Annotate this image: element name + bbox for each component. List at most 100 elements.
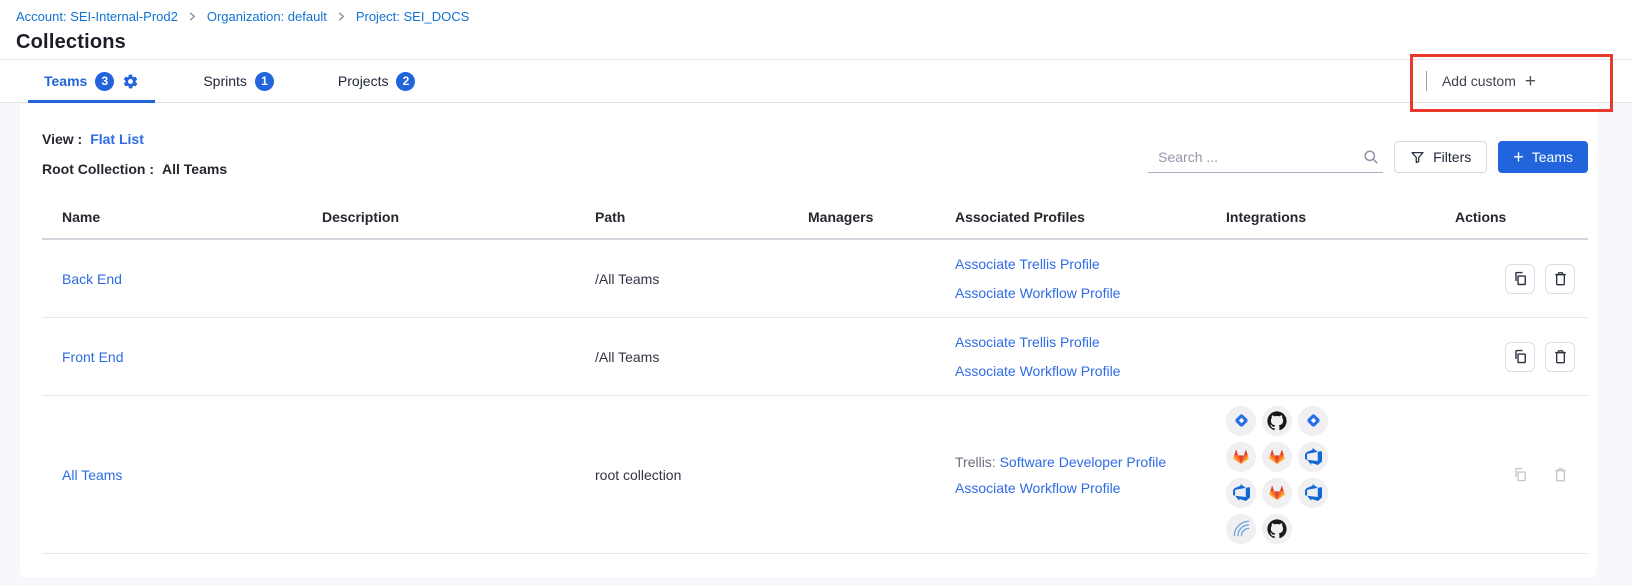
delete-button <box>1545 460 1575 490</box>
filters-button[interactable]: Filters <box>1394 141 1487 173</box>
tab-label: Sprints <box>203 73 247 89</box>
profile-link[interactable]: Associate Workflow Profile <box>955 363 1120 379</box>
table-row: All Teams root collection Trellis: Softwar… <box>42 396 1588 554</box>
path-cell: /All Teams <box>575 271 788 287</box>
search-icon <box>1363 149 1379 165</box>
trash-icon <box>1552 270 1569 287</box>
collection-link[interactable]: Front End <box>62 349 123 365</box>
clone-button[interactable] <box>1505 342 1535 372</box>
view-value-link[interactable]: Flat List <box>90 131 144 147</box>
collections-table: NameDescriptionPathManagersAssociated Pr… <box>42 209 1588 554</box>
delete-button[interactable] <box>1545 342 1575 372</box>
add-teams-button[interactable]: + Teams <box>1498 141 1588 173</box>
chevron-right-icon <box>187 11 198 22</box>
controls-row: View : Flat List Root Collection : All T… <box>42 129 1588 179</box>
gitlab-icon <box>1226 442 1256 472</box>
tab-projects[interactable]: Projects 2 <box>322 60 432 102</box>
associated-profiles-cell: Trellis: Software Developer Profile Assoc… <box>935 454 1206 496</box>
view-label: View : <box>42 131 82 147</box>
teams-button-label: Teams <box>1532 149 1573 165</box>
tab-count-badge: 1 <box>255 72 274 91</box>
azure-devops-icon <box>1298 478 1328 508</box>
plus-icon: + <box>1525 72 1536 91</box>
column-header-associated-profiles: Associated Profiles <box>935 209 1206 225</box>
profile-link[interactable]: Software Developer Profile <box>1000 454 1167 470</box>
profile-prefix: Trellis: <box>955 454 1000 470</box>
column-header-name: Name <box>42 209 302 225</box>
breadcrumb-link[interactable]: Account: SEI-Internal-Prod2 <box>16 9 178 24</box>
associated-profiles-cell: Associate Trellis Profile Associate Workf… <box>935 256 1206 301</box>
actions-cell <box>1435 460 1588 490</box>
tab-label: Teams <box>44 73 87 89</box>
copy-icon <box>1512 348 1529 365</box>
tab-sprints[interactable]: Sprints 1 <box>187 60 290 102</box>
path-cell: /All Teams <box>575 349 788 365</box>
jira-icon <box>1226 406 1256 436</box>
breadcrumb-link[interactable]: Project: SEI_DOCS <box>356 9 469 24</box>
profile-link[interactable]: Associate Workflow Profile <box>955 480 1120 496</box>
azure-devops-icon <box>1298 442 1328 472</box>
collection-link[interactable]: Back End <box>62 271 122 287</box>
path-cell: root collection <box>575 467 788 483</box>
column-header-path: Path <box>575 209 788 225</box>
divider <box>1426 71 1427 91</box>
tab-label: Projects <box>338 73 389 89</box>
root-collection-value: All Teams <box>162 161 227 177</box>
profile-line: Associate Trellis Profile <box>955 334 1206 350</box>
filter-icon <box>1410 150 1425 165</box>
table-body: Back End/All Teams Associate Trellis Prof… <box>42 240 1588 554</box>
clone-button[interactable] <box>1505 264 1535 294</box>
gear-icon[interactable] <box>122 73 139 90</box>
trash-icon <box>1552 348 1569 365</box>
page-header: Account: SEI-Internal-Prod2 Organization:… <box>0 0 1632 59</box>
breadcrumb-link[interactable]: Organization: default <box>207 9 327 24</box>
add-custom-button[interactable]: Add custom + <box>1442 72 1536 91</box>
main-area: View : Flat List Root Collection : All T… <box>0 103 1632 585</box>
plus-icon: + <box>1513 148 1524 166</box>
copy-icon <box>1512 270 1529 287</box>
sonarqube-icon <box>1226 514 1256 544</box>
column-header-actions: Actions <box>1435 209 1588 225</box>
content-card: View : Flat List Root Collection : All T… <box>20 103 1597 577</box>
column-header-description: Description <box>302 209 575 225</box>
gitlab-icon <box>1262 478 1292 508</box>
page-title: Collections <box>16 31 1632 54</box>
gitlab-icon <box>1262 442 1292 472</box>
collection-link[interactable]: All Teams <box>62 467 122 483</box>
table-header: NameDescriptionPathManagersAssociated Pr… <box>42 209 1588 240</box>
view-settings: View : Flat List Root Collection : All T… <box>42 129 227 179</box>
search-box <box>1148 141 1383 173</box>
tab-count-badge: 3 <box>95 72 114 91</box>
chevron-right-icon <box>336 11 347 22</box>
root-collection-label: Root Collection : <box>42 161 154 177</box>
column-header-managers: Managers <box>788 209 935 225</box>
github-icon <box>1262 406 1292 436</box>
column-header-integrations: Integrations <box>1206 209 1435 225</box>
delete-button[interactable] <box>1545 264 1575 294</box>
breadcrumb: Account: SEI-Internal-Prod2 Organization:… <box>16 9 1632 24</box>
trash-icon <box>1552 466 1569 483</box>
tab-bar: Teams 3 Sprints 1 Projects 2 Add custom + <box>0 59 1632 103</box>
filters-label: Filters <box>1433 149 1471 165</box>
toolbar: Filters + Teams <box>1148 141 1588 173</box>
profile-line: Trellis: Software Developer Profile <box>955 454 1206 470</box>
actions-cell <box>1435 342 1588 372</box>
associated-profiles-cell: Associate Trellis Profile Associate Workf… <box>935 334 1206 379</box>
profile-link[interactable]: Associate Workflow Profile <box>955 285 1120 301</box>
table-row: Back End/All Teams Associate Trellis Prof… <box>42 240 1588 318</box>
tab-teams[interactable]: Teams 3 <box>28 60 155 102</box>
azure-devops-icon <box>1226 478 1256 508</box>
integrations-cell <box>1206 406 1435 544</box>
copy-icon <box>1512 466 1529 483</box>
table-row: Front End/All Teams Associate Trellis Pro… <box>42 318 1588 396</box>
profile-line: Associate Workflow Profile <box>955 363 1206 379</box>
tabs-container: Teams 3 Sprints 1 Projects 2 <box>28 60 431 102</box>
profile-link[interactable]: Associate Trellis Profile <box>955 256 1100 272</box>
tab-count-badge: 2 <box>396 72 415 91</box>
search-input[interactable] <box>1158 149 1363 165</box>
add-custom-wrap: Add custom + <box>1426 71 1536 91</box>
actions-cell <box>1435 264 1588 294</box>
clone-button <box>1505 460 1535 490</box>
profile-link[interactable]: Associate Trellis Profile <box>955 334 1100 350</box>
profile-line: Associate Workflow Profile <box>955 480 1206 496</box>
